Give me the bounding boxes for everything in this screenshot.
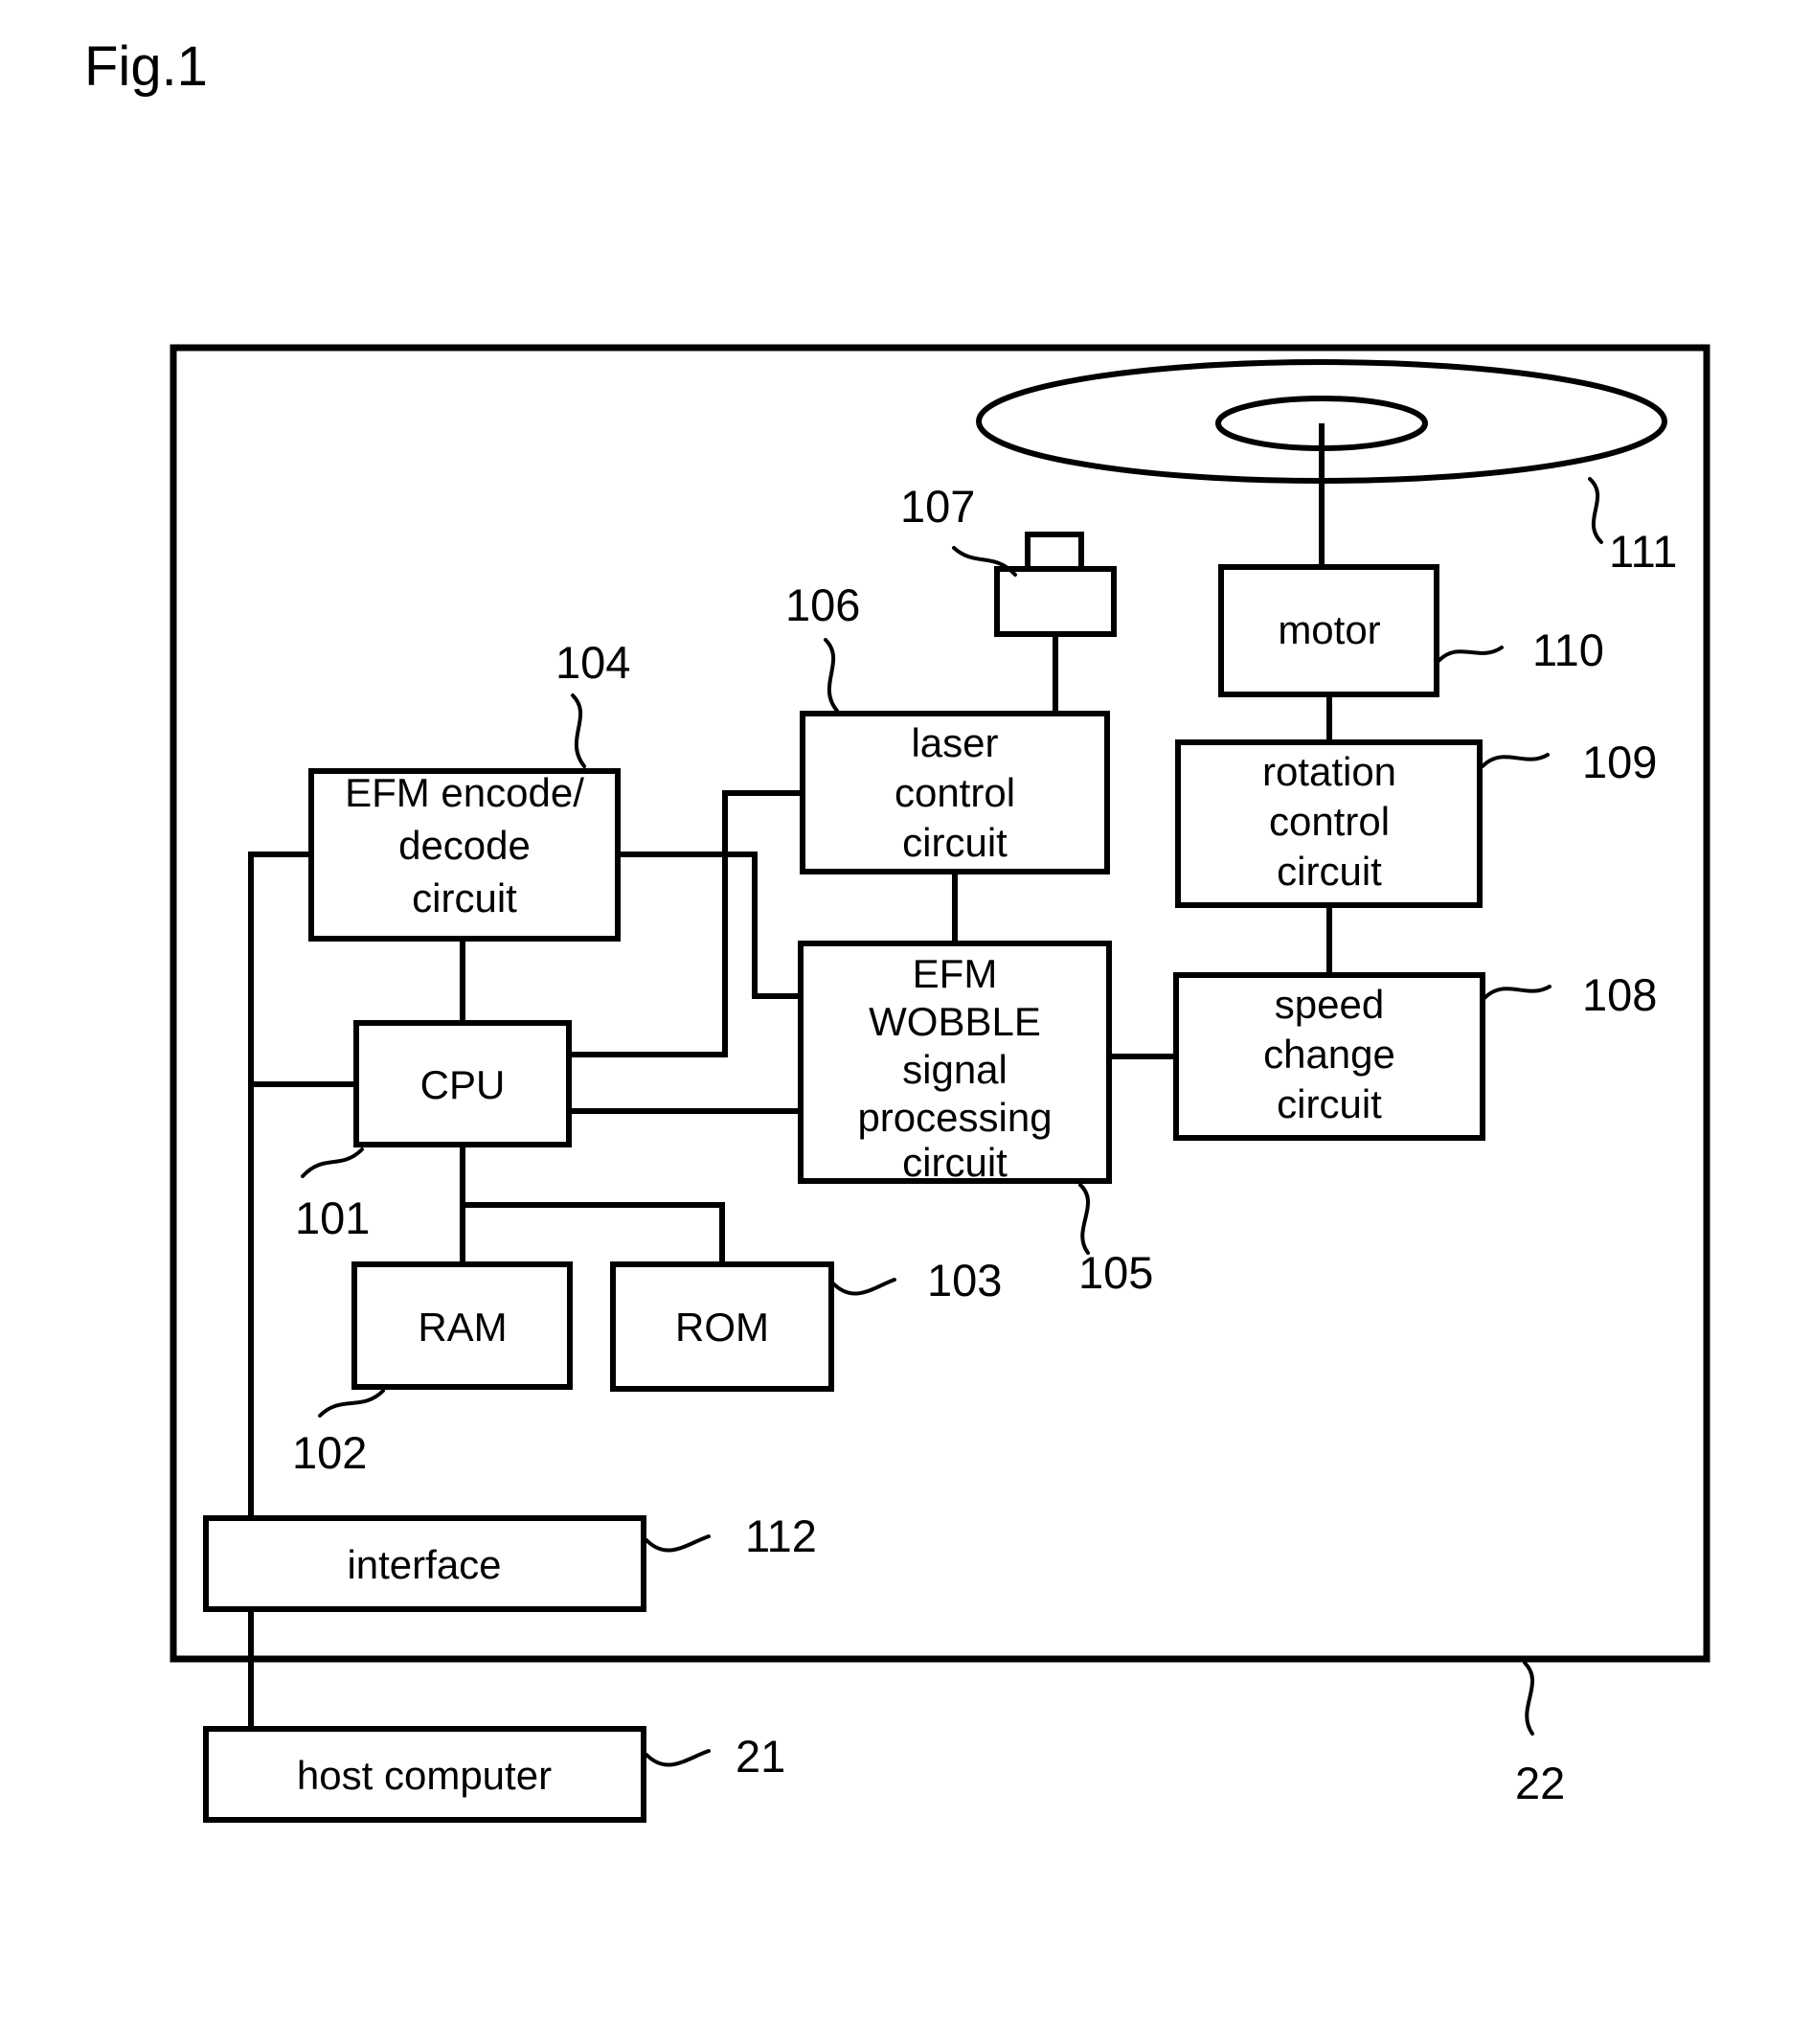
- leader-103: [831, 1278, 896, 1296]
- efm-encode-decode-line-3: circuit: [412, 875, 517, 920]
- pickup-body: [994, 566, 1117, 637]
- rom-label: ROM: [675, 1305, 769, 1350]
- leader-110: [1437, 646, 1504, 663]
- efm-wobble-line-3: signal: [902, 1047, 1008, 1092]
- speed-change-line-3: circuit: [1277, 1081, 1382, 1126]
- speed-change-line-2: change: [1263, 1032, 1395, 1077]
- motor-label: motor: [1278, 607, 1380, 652]
- leader-102: [318, 1389, 385, 1418]
- laser-control-line-2: control: [895, 770, 1015, 815]
- speed-change-line-1: speed: [1275, 982, 1384, 1027]
- efm-encode-decode-line-1: EFM encode/: [345, 770, 584, 815]
- laser-control-line-1: laser: [911, 720, 998, 765]
- interface-label: interface: [347, 1542, 501, 1587]
- leader-21: [645, 1749, 711, 1767]
- leader-108: [1483, 985, 1552, 1000]
- leader-111: [1588, 477, 1603, 544]
- leader-112: [645, 1534, 711, 1553]
- wire-cpu-to-rom: [463, 1202, 725, 1264]
- laser-control-line-3: circuit: [902, 820, 1008, 865]
- leader-101: [301, 1147, 364, 1178]
- efm-encode-decode-line-2: decode: [398, 823, 531, 868]
- efm-wobble-line-1: EFM: [913, 951, 998, 996]
- host-computer-label: host computer: [297, 1753, 552, 1798]
- efm-wobble-line-5: circuit: [902, 1140, 1008, 1185]
- ram-label: RAM: [418, 1305, 507, 1350]
- leader-106: [824, 638, 839, 713]
- rotation-control-line-2: control: [1269, 799, 1390, 844]
- leader-22: [1523, 1661, 1535, 1736]
- rotation-control-line-3: circuit: [1277, 849, 1382, 894]
- leader-104: [571, 693, 586, 768]
- rotation-control-line-1: rotation: [1262, 749, 1396, 794]
- efm-wobble-line-2: WOBBLE: [869, 999, 1041, 1044]
- block-diagram: EFM encode/ decode circuit CPU RAM ROM l…: [170, 344, 1710, 1823]
- efm-wobble-line-4: processing: [857, 1095, 1052, 1140]
- wire-efm-encode-to-wobble: [618, 852, 801, 999]
- cpu-label: CPU: [420, 1062, 506, 1107]
- leader-109: [1481, 753, 1550, 768]
- figure-root: Fig.1 EFM encode/ decode circuit CPU RAM: [0, 0, 1812, 2044]
- leader-105: [1078, 1183, 1091, 1255]
- pickup-lens: [1025, 532, 1084, 574]
